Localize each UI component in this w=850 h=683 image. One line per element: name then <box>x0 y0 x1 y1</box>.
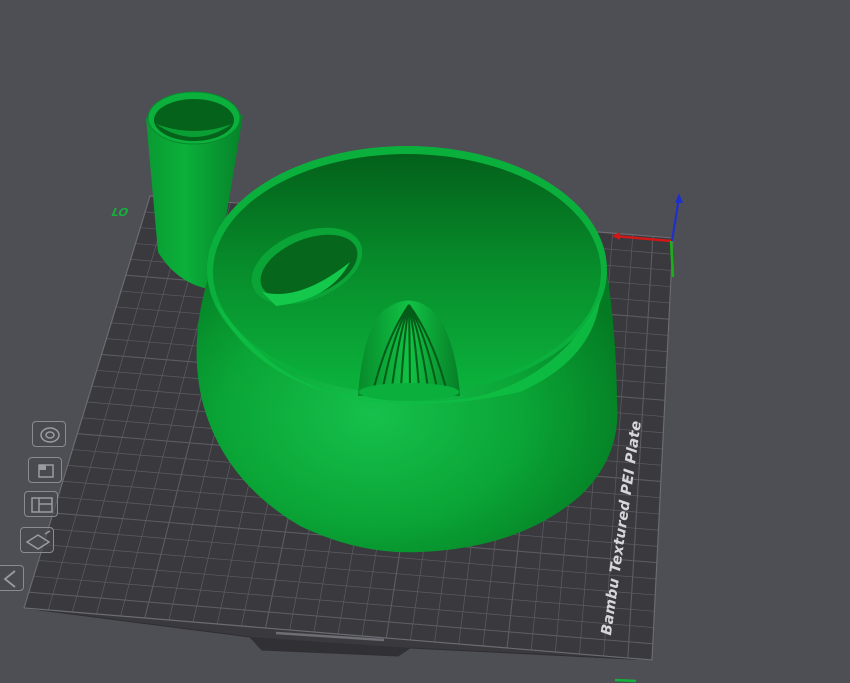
front-view-icon <box>38 464 54 478</box>
plate-number-label: LO <box>110 206 130 219</box>
collapse-toolbar-button[interactable] <box>0 565 24 591</box>
3d-viewport[interactable]: LO Bambu Textured PEI Plate <box>0 0 850 683</box>
top-view-button[interactable] <box>32 421 66 447</box>
corner-marker <box>614 678 637 683</box>
top-view-icon <box>40 427 60 443</box>
side-view-button[interactable] <box>24 491 58 517</box>
scene-canvas[interactable] <box>0 0 850 683</box>
side-view-icon <box>31 497 53 513</box>
iso-view-icon <box>25 530 51 550</box>
collapse-icon <box>3 570 16 588</box>
iso-view-button[interactable] <box>20 527 54 553</box>
front-view-button[interactable] <box>28 457 62 483</box>
